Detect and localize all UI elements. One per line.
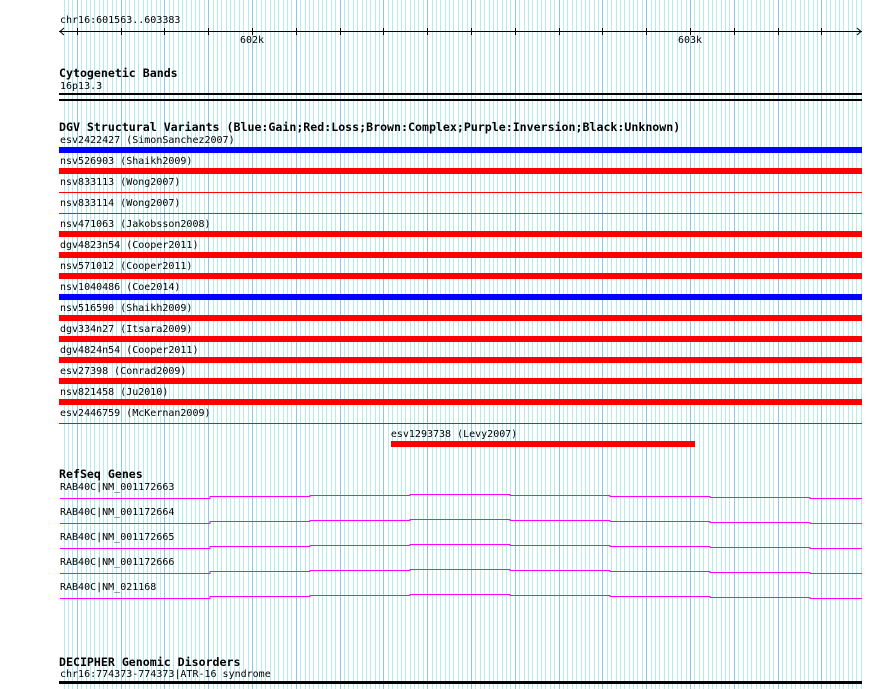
gene-label[interactable]: RAB40C|NM_001172663 [60,482,174,493]
cytoband-divider [59,99,862,101]
decipher-entry-label: chr16:774373-774373|ATR-16 syndrome [60,669,271,680]
variant-label[interactable]: nsv821458 (Ju2010) [60,387,168,398]
variant-bar[interactable] [390,441,695,447]
tick-label-602k: 602k [240,35,265,46]
variant-label[interactable]: esv1293738 (Levy2007) [391,429,517,440]
gene-label[interactable]: RAB40C|NM_001172666 [60,557,174,568]
variant-label[interactable]: nsv516590 (Shaikh2009) [60,303,192,314]
variant-label[interactable]: nsv1040486 (Coe2014) [60,282,180,293]
variant-label[interactable]: dgv334n27 (Itsara2009) [60,324,192,335]
variant-label[interactable]: dgv4824n54 (Cooper2011) [60,345,198,356]
gene-structure[interactable] [60,544,862,549]
variant-label[interactable]: nsv571012 (Cooper2011) [60,261,192,272]
variant-label[interactable]: nsv471063 (Jakobsson2008) [60,219,211,230]
variant-label[interactable]: esv2422427 (SimonSanchez2007) [60,135,235,146]
variant-bar[interactable] [59,336,862,342]
dgv-track-title[interactable]: DGV Structural Variants (Blue:Gain;Red:L… [59,121,680,133]
cytoband-bar[interactable] [59,93,862,95]
variant-label[interactable]: nsv833113 (Wong2007) [60,177,180,188]
variant-label[interactable]: nsv833114 (Wong2007) [60,198,180,209]
variant-bar[interactable] [59,378,862,384]
variant-line[interactable] [59,423,862,424]
position-label: chr16:601563..603383 [60,15,181,26]
variant-bar[interactable] [59,147,862,153]
gene-label[interactable]: RAB40C|NM_001172665 [60,532,174,543]
cytogenetic-bands-title[interactable]: Cytogenetic Bands [59,67,178,79]
variant-bar[interactable] [59,315,862,321]
gene-label[interactable]: RAB40C|NM_001172664 [60,507,174,518]
gene-label[interactable]: RAB40C|NM_021168 [60,582,156,593]
variant-bar[interactable] [59,231,862,237]
variant-label[interactable]: esv27398 (Conrad2009) [60,366,186,377]
variant-label[interactable]: esv2446759 (McKernan2009) [60,408,211,419]
variant-line[interactable] [59,192,862,193]
cytoband-label: 16p13.3 [60,81,103,92]
variant-bar[interactable] [59,357,862,363]
gene-structure[interactable] [60,519,862,524]
refseq-track-title[interactable]: RefSeq Genes [59,468,143,480]
variant-label[interactable]: nsv526903 (Shaikh2009) [60,156,192,167]
decipher-entry-bar[interactable] [59,681,862,684]
variant-line[interactable] [59,213,862,214]
variant-bar[interactable] [59,399,862,405]
variant-bar[interactable] [59,273,862,279]
gene-structure[interactable] [60,594,862,599]
variant-bar[interactable] [59,294,862,300]
gene-structure[interactable] [60,494,862,499]
decipher-track-title[interactable]: DECIPHER Genomic Disorders [59,656,240,668]
gene-structure[interactable] [60,569,862,574]
variant-bar[interactable] [59,168,862,174]
variant-bar[interactable] [59,252,862,258]
variant-label[interactable]: dgv4823n54 (Cooper2011) [60,240,198,251]
tick-label-603k: 603k [678,35,703,46]
